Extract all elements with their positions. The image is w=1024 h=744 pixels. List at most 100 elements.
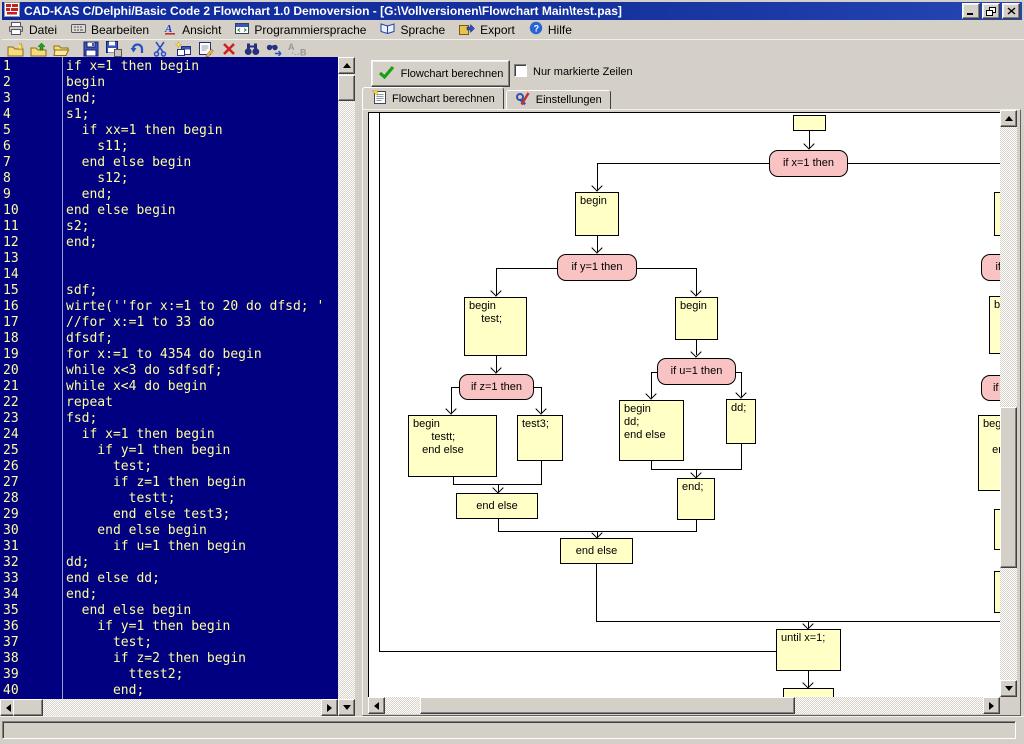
code-line: dd; [66, 555, 324, 571]
flowchart-node-join-1[interactable]: end else [456, 493, 538, 519]
arrowhead-down-icon [445, 403, 456, 414]
flowchart-node-test3[interactable]: test3; [517, 415, 563, 461]
code-line: if y=1 then begin [66, 619, 324, 635]
open-button[interactable] [51, 41, 72, 58]
compute-flowchart-button[interactable]: Flowchart berechnen [371, 60, 510, 87]
save-button[interactable] [80, 41, 101, 58]
scroll-left-icon[interactable] [368, 697, 385, 714]
flowchart-node-dd[interactable]: dd; [726, 399, 756, 444]
title-bar: CAD-KAS C/Delphi/Basic Code 2 Flowchart … [2, 2, 1022, 20]
menu-item-sprache[interactable]: Sprache [373, 20, 452, 39]
flowchart-node-r-if-z[interactable]: if z=2 then [981, 375, 1001, 401]
code-line: ttest2; [66, 667, 324, 683]
floppy-icon [83, 41, 99, 57]
menu-label: Hilfe [548, 23, 572, 37]
cut-button[interactable] [149, 41, 170, 58]
flowchart-vscroll-thumb[interactable] [1000, 407, 1017, 568]
flowchart-node-if-u1[interactable]: if u=1 then [657, 358, 736, 385]
line-number: 39 [0, 667, 60, 683]
find-next-button[interactable] [264, 41, 285, 58]
line-number: 40 [0, 683, 60, 699]
scroll-right-icon[interactable] [983, 697, 1000, 714]
flowchart-node-begin-dd[interactable]: begin dd; end else [619, 400, 684, 461]
floppy-save-as-icon [106, 41, 122, 57]
flowchart-node-join-2[interactable]: end else [560, 538, 633, 564]
arrowhead-down-icon [803, 138, 814, 149]
menu-item-hilfe[interactable]: ? Hilfe [522, 20, 579, 39]
save-as-button[interactable] [103, 41, 124, 58]
code-vscrollbar[interactable] [338, 57, 355, 716]
scroll-up-icon[interactable] [1000, 110, 1017, 127]
code-line: end; [66, 91, 324, 107]
flowchart-node-if-x1[interactable]: if x=1 then [769, 150, 848, 177]
menu-item-export[interactable]: Export [452, 20, 522, 39]
find-button[interactable] [241, 41, 262, 58]
restore-button[interactable] [982, 3, 1000, 19]
flowchart-node-if-y1[interactable]: if y=1 then [557, 254, 637, 281]
code-line: //for x:=1 to 33 do [66, 315, 324, 331]
flowchart-node-begin-testt[interactable]: begin testt; end else [408, 415, 497, 477]
flowchart-hscroll-thumb[interactable] [420, 697, 795, 714]
tab-einstellungen[interactable]: Einstellungen [506, 90, 611, 110]
flowchart-node-r-if-y[interactable]: if y=1 then [981, 254, 1001, 281]
undo-button[interactable] [126, 41, 147, 58]
code-hscroll-thumb[interactable] [13, 699, 43, 716]
line-number: 4 [0, 107, 60, 123]
flowchart-vscrollbar[interactable] [1000, 110, 1017, 697]
flow-connector-line [596, 621, 1001, 622]
scroll-down-icon[interactable] [338, 699, 355, 716]
delete-button[interactable] [218, 41, 239, 58]
line-number: 18 [0, 331, 60, 347]
scrollbar-corner [1000, 697, 1017, 714]
scroll-down-icon[interactable] [1000, 680, 1017, 697]
code-line: repeat [66, 395, 324, 411]
line-number: 6 [0, 139, 60, 155]
properties-icon [198, 41, 214, 57]
close-button[interactable] [1002, 3, 1020, 19]
new-file-icon [7, 42, 24, 57]
replace-button[interactable]: AB [287, 41, 308, 58]
open-import-button[interactable] [28, 41, 49, 58]
flowchart-node-start[interactable] [793, 115, 826, 131]
line-number: 22 [0, 395, 60, 411]
arrowhead-down-icon [591, 180, 602, 191]
help-icon: ? [529, 21, 543, 38]
arrowhead-down-icon [690, 285, 701, 296]
new-button[interactable] [5, 41, 26, 58]
tab-flowchart-berechnen[interactable]: Flowchart berechnen [362, 87, 504, 110]
scroll-right-icon[interactable] [321, 699, 338, 716]
line-number: 14 [0, 267, 60, 283]
menu-item-datei[interactable]: Datei [2, 20, 64, 39]
code-vscroll-thumb[interactable] [338, 75, 355, 101]
flowchart-hscrollbar[interactable] [368, 697, 1000, 714]
flow-connector-line [379, 651, 777, 652]
line-number: 36 [0, 619, 60, 635]
line-number: 16 [0, 299, 60, 315]
flowchart-canvas[interactable]: if x=1 then begin if y=1 then begin test; be… [368, 112, 1001, 698]
flowchart-node-begin-2[interactable]: begin [675, 297, 718, 340]
svg-text:?: ? [533, 24, 539, 34]
menu-item-bearbeiten[interactable]: Bearbeiten [64, 20, 156, 39]
flowchart-node-until[interactable]: until x=1; [776, 629, 841, 671]
flowchart-node-if-z1[interactable]: if z=1 then [459, 374, 534, 400]
code-hscrollbar[interactable] [0, 699, 338, 716]
scissors-icon [152, 41, 168, 57]
scroll-up-icon[interactable] [338, 57, 355, 74]
only-marked-lines-checkbox[interactable] [514, 64, 527, 77]
font-a-icon: A [163, 22, 177, 38]
properties-button[interactable] [195, 41, 216, 58]
flowchart-node-begin-test[interactable]: begin test; [464, 297, 527, 356]
code-line: end; [66, 235, 324, 251]
flowchart-node-begin-1[interactable]: begin [575, 192, 619, 236]
menu-bar: Datei Bearbeiten AAnsicht Programmierspr… [2, 20, 1022, 39]
code-line: end; [66, 587, 324, 603]
flowchart-node-r-begin-ttest2[interactable]: begin ttest2; end else [978, 415, 1001, 491]
code-line: end else begin [66, 523, 324, 539]
menu-item-ansicht[interactable]: AAnsicht [156, 20, 228, 39]
copy-window-button[interactable] [172, 41, 193, 58]
book-icon [380, 22, 395, 37]
menu-item-programmiersprache[interactable]: Programmiersprache [228, 20, 373, 39]
flowchart-node-end-right[interactable]: end; [677, 478, 715, 520]
minimize-button[interactable] [962, 3, 980, 19]
code-editor[interactable]: 1234567891011121314151617181920212223242… [0, 57, 338, 699]
